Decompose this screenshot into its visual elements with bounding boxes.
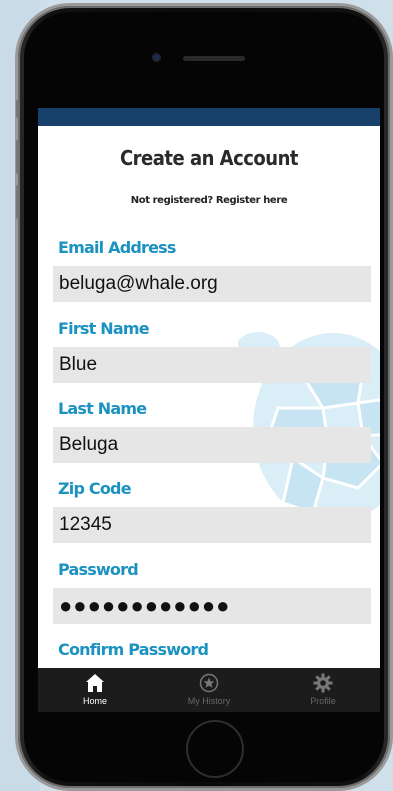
zip-code-label: Zip Code	[58, 479, 132, 498]
tab-profile[interactable]: Profile	[266, 668, 380, 712]
tab-home-label: Home	[82, 696, 107, 706]
status-bar	[38, 108, 380, 126]
tab-my-history-label: My History	[187, 696, 231, 706]
volume-up-button	[16, 140, 19, 174]
register-link[interactable]: Not registered? Register here	[38, 195, 380, 206]
tab-my-history[interactable]: My History	[152, 668, 266, 712]
home-button[interactable]	[186, 720, 244, 778]
page-title: Create an Account	[119, 146, 299, 170]
email-field[interactable]: beluga@whale.org	[53, 266, 371, 302]
password-field[interactable]: ●●●●●●●●●●●●	[53, 588, 371, 624]
volume-down-button	[16, 185, 19, 219]
tab-bar: Home My History Profile	[38, 668, 380, 712]
gear-icon	[313, 673, 333, 693]
last-name-label: Last Name	[58, 399, 147, 418]
home-icon	[86, 674, 104, 692]
mute-switch	[16, 100, 19, 118]
email-label: Email Address	[58, 238, 176, 257]
first-name-label: First Name	[58, 319, 150, 338]
zip-code-field[interactable]: 12345	[53, 507, 371, 543]
earpiece-speaker	[183, 56, 245, 61]
last-name-field[interactable]: Beluga	[53, 427, 371, 463]
password-label: Password	[58, 560, 139, 579]
tab-profile-label: Profile	[310, 696, 336, 706]
confirm-password-label: Confirm Password	[58, 640, 209, 659]
star-circle-icon	[199, 673, 219, 693]
first-name-field[interactable]: Blue	[53, 347, 371, 383]
tab-home[interactable]: Home	[38, 668, 152, 712]
app-screen: Create an Account Not registered? Regist…	[38, 108, 380, 712]
front-camera	[153, 54, 160, 61]
